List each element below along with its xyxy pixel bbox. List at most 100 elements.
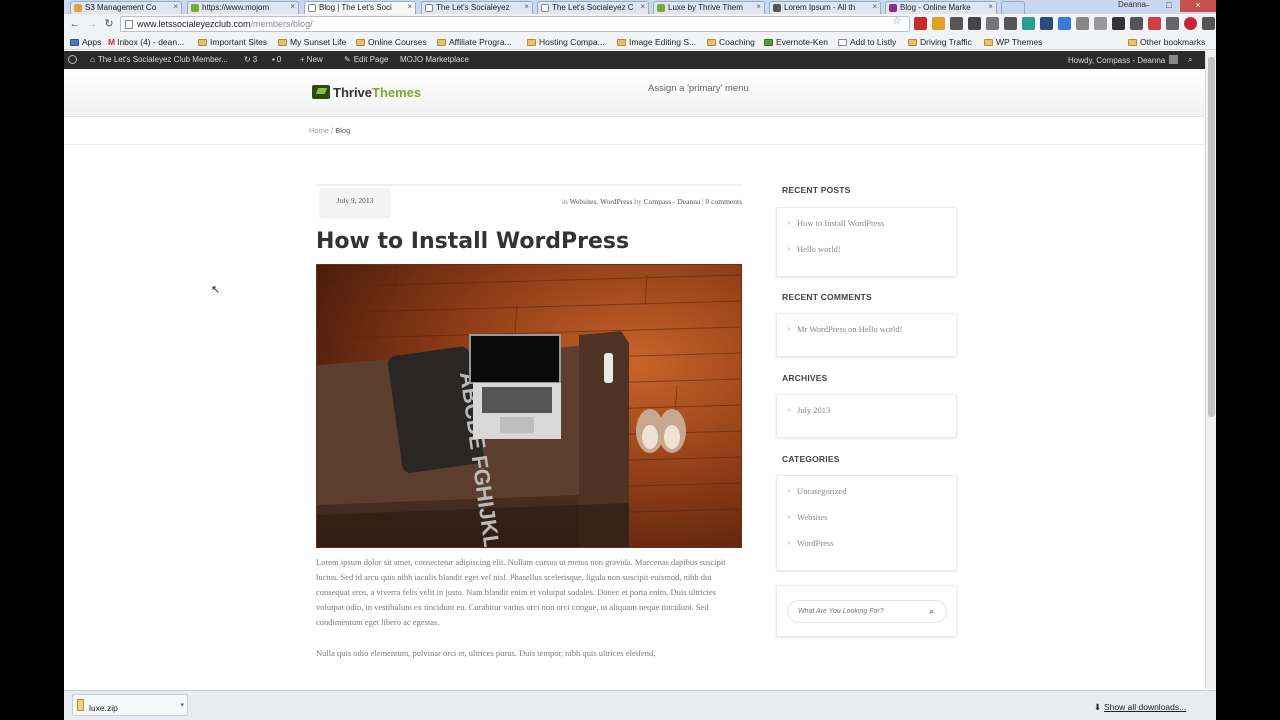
tab-luxe[interactable]: Luxe by Thrive Them × (653, 1, 765, 14)
tab-mojo[interactable]: https://www.mojom × (187, 1, 299, 14)
tab-close-icon[interactable]: × (756, 2, 761, 11)
search-icon[interactable]: ⌕ (929, 606, 941, 618)
extension-icon[interactable] (1022, 17, 1035, 30)
extension-icon[interactable] (1166, 17, 1179, 30)
extension-icon[interactable] (1004, 17, 1017, 30)
new-tab-button[interactable] (1001, 1, 1025, 14)
tab-favicon-icon (773, 4, 781, 12)
tab-socialeyez-2[interactable]: The Let's Socialeyez C × (537, 1, 649, 14)
search-input[interactable] (787, 600, 947, 623)
admin-comments[interactable]: ▪ 0 (272, 55, 281, 64)
tab-s3[interactable]: S3 Management Co × (70, 1, 182, 14)
author-link[interactable]: Compass - Deanna (644, 197, 701, 206)
extension-icon[interactable] (1148, 17, 1161, 30)
extension-icon[interactable] (1058, 17, 1071, 30)
category-link[interactable]: Websites (797, 512, 827, 522)
tab-close-icon[interactable]: × (524, 2, 529, 11)
extension-icon[interactable] (1130, 17, 1143, 30)
chevron-down-icon[interactable]: ▾ (180, 701, 184, 709)
scrollbar-thumb[interactable] (1208, 57, 1215, 417)
tab-close-icon[interactable]: × (290, 2, 295, 11)
category-link[interactable]: WordPress (797, 538, 834, 548)
bookmark-driving-traffic[interactable]: Driving Traffic (908, 37, 972, 47)
minimize-icon[interactable]: – (1136, 0, 1158, 12)
admin-site-link[interactable]: ⌂ The Let's Socialeyez Club Member... (90, 55, 228, 64)
bookmark-apps[interactable]: Apps (70, 37, 101, 47)
menu-icon[interactable] (1202, 17, 1215, 30)
breadcrumb-home[interactable]: Home (309, 126, 329, 135)
bookmark-affiliate[interactable]: Affiliate Progra... (437, 37, 512, 47)
extension-icons (914, 17, 1215, 30)
download-item[interactable]: luxe.zip ▾ (72, 694, 188, 716)
list-item: Websites (787, 512, 956, 538)
admin-new[interactable]: + New (300, 55, 323, 64)
extension-icon[interactable] (1112, 17, 1125, 30)
wordpress-logo-icon[interactable] (68, 55, 80, 64)
extension-icon[interactable] (1040, 17, 1053, 30)
widget-title-recent-comments: RECENT COMMENTS (782, 292, 872, 302)
address-bar[interactable]: www.letssocialeyezclub.com/members/blog/ (120, 16, 910, 32)
tab-close-icon[interactable]: × (640, 2, 645, 11)
category-link-wordpress[interactable]: WordPress (600, 197, 632, 206)
bookmark-label: Driving Traffic (920, 37, 972, 47)
archive-link[interactable]: July 2013 (797, 405, 830, 415)
list-item: WordPress (787, 538, 956, 564)
tab-label: Lorem Ipsum - All th (784, 3, 856, 12)
category-link-websites[interactable]: Websites (570, 197, 597, 206)
site-logo[interactable]: Thrive Themes (312, 84, 421, 100)
tab-favicon-icon (657, 4, 665, 12)
extension-icon[interactable] (1076, 17, 1089, 30)
bookmark-hosting[interactable]: Hosting Compa... (527, 37, 605, 47)
page-scrollbar[interactable] (1205, 51, 1216, 689)
tab-close-icon[interactable]: × (988, 2, 993, 11)
admin-search-icon[interactable]: ⌕ (1188, 55, 1192, 65)
show-all-downloads-link[interactable]: ⬇ Show all downloads... (1094, 702, 1186, 712)
tab-online-marketing[interactable]: Blog - Online Marke × (885, 1, 997, 14)
comment-author-link[interactable]: Mr WordPress (797, 324, 846, 334)
forward-icon[interactable]: → (85, 17, 99, 31)
bookmark-other[interactable]: Other bookmarks (1128, 37, 1205, 47)
back-icon[interactable]: ← (68, 17, 82, 31)
widget-search: ⌕ (776, 585, 957, 637)
category-link[interactable]: Uncategorized (797, 486, 847, 496)
extension-icon[interactable] (968, 17, 981, 30)
extension-icon[interactable] (932, 17, 945, 30)
admin-edit-page[interactable]: ✎ Edit Page (344, 55, 388, 64)
extension-icon[interactable] (914, 17, 927, 30)
admin-mojo[interactable]: MOJO Marketplace (400, 55, 469, 64)
tab-lorem[interactable]: Lorem Ipsum - All th × (769, 1, 881, 14)
maximize-icon[interactable]: □ (1158, 0, 1180, 12)
bookmark-inbox[interactable]: M Inbox (4) - dean... (108, 37, 184, 47)
pinterest-icon[interactable] (1184, 17, 1197, 30)
updates-count: 3 (252, 55, 258, 64)
reload-icon[interactable]: ↻ (102, 17, 116, 31)
tab-close-icon[interactable]: × (173, 2, 178, 11)
comments-link[interactable]: 0 comments (706, 197, 742, 206)
bookmark-star-icon[interactable]: ☆ (892, 14, 902, 27)
bookmark-wp-themes[interactable]: WP Themes (984, 37, 1042, 47)
tab-blog-active[interactable]: Blog | The Let's Soci × (304, 1, 416, 14)
bookmark-my-sunset-life[interactable]: My Sunset Life (278, 37, 346, 47)
extension-icon[interactable] (986, 17, 999, 30)
folder-icon (908, 39, 917, 46)
bookmark-label: Apps (82, 37, 102, 47)
bookmark-listly[interactable]: Add to Listly (838, 37, 896, 47)
tab-socialeyez-1[interactable]: The Let's Socialeyez × (421, 1, 533, 14)
bookmark-important-sites[interactable]: Important Sites (198, 37, 267, 47)
admin-account[interactable]: Howdy, Compass - Deanna (1068, 55, 1179, 65)
extension-icon[interactable] (1094, 17, 1107, 30)
bookmark-coaching[interactable]: Coaching (707, 37, 755, 47)
bookmark-image-editing[interactable]: Image Editing S... (617, 37, 696, 47)
bookmark-online-courses[interactable]: Online Courses (356, 37, 427, 47)
tab-close-icon[interactable]: × (872, 2, 877, 11)
recent-post-link[interactable]: Hello world! (797, 244, 841, 254)
pencil-icon: ✎ (344, 55, 351, 64)
bookmark-evernote[interactable]: Evernote-Ken (764, 37, 828, 47)
tab-close-icon[interactable]: × (407, 2, 412, 11)
extension-icon[interactable] (950, 17, 963, 30)
comment-post-link[interactable]: Hello world! (859, 324, 903, 334)
close-window-icon[interactable]: × (1180, 0, 1216, 12)
post-title[interactable]: How to Install WordPress (316, 229, 629, 254)
admin-updates[interactable]: ↻ 3 (244, 55, 257, 64)
recent-post-link[interactable]: How to Install WordPress (797, 218, 884, 228)
